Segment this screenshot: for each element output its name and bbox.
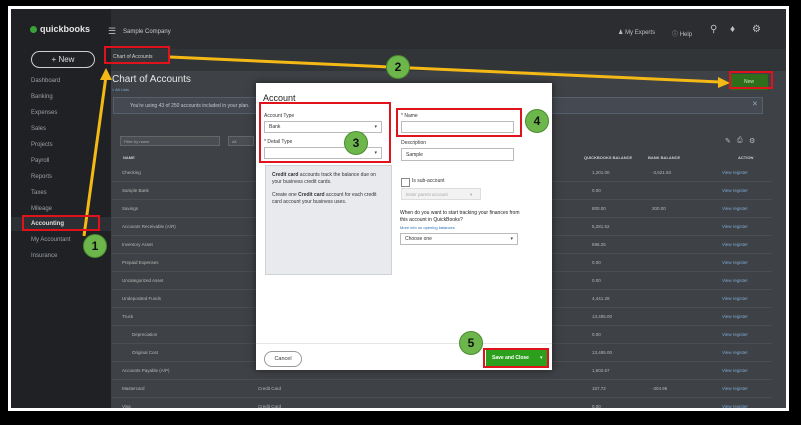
step-badge-3: 3 bbox=[344, 131, 368, 155]
arrowhead-1 bbox=[100, 68, 112, 80]
highlight-breadcrumb bbox=[104, 46, 170, 64]
step-badge-1: 1 bbox=[83, 234, 107, 258]
highlight-name-field bbox=[396, 108, 522, 137]
highlight-new-button bbox=[729, 71, 773, 89]
step-badge-4: 4 bbox=[525, 109, 549, 133]
highlight-save-button bbox=[483, 348, 549, 368]
highlight-accounting bbox=[22, 215, 100, 231]
step-badge-5: 5 bbox=[459, 331, 483, 355]
app-window: quickbooks + New Dashboard Banking Expen… bbox=[11, 9, 786, 408]
arrow-2-to-new bbox=[169, 55, 721, 84]
arrow-1-to-breadcrumb bbox=[82, 75, 108, 237]
step-badge-2: 2 bbox=[386, 55, 410, 79]
highlight-type-fields bbox=[259, 102, 391, 163]
